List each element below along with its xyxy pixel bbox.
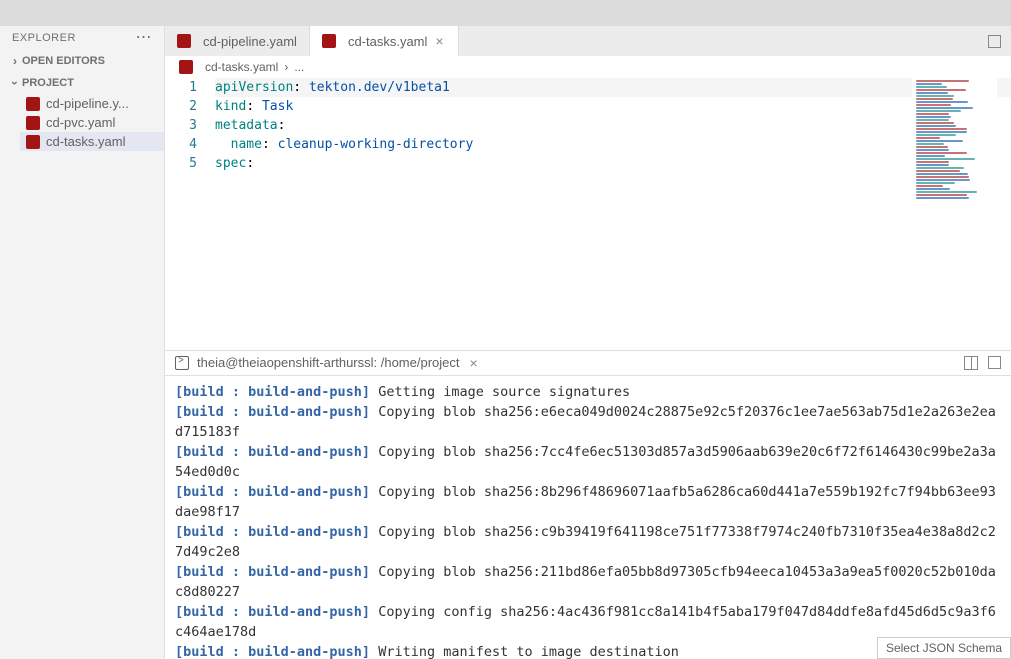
open-editors-section[interactable]: › OPEN EDITORS [0,50,164,72]
tab-label: cd-pipeline.yaml [203,34,297,49]
chevron-down-icon: › [8,76,22,90]
open-editors-label: OPEN EDITORS [22,55,105,67]
terminal-icon [175,356,189,370]
file-label: cd-pipeline.y... [46,96,129,111]
minimap[interactable] [912,78,997,350]
explorer-more-icon[interactable]: ⋯ [136,34,153,42]
breadcrumb[interactable]: cd-tasks.yaml › ... [165,56,1011,78]
schema-label: Select JSON Schema [886,641,1002,655]
terminal-header: theia@theiaopenshift-arthurssl: /home/pr… [165,350,1011,376]
explorer-header: EXPLORER ⋯ [0,26,164,50]
file-label: cd-tasks.yaml [46,134,125,149]
terminal-title: theia@theiaopenshift-arthurssl: /home/pr… [197,355,460,370]
editor-actions [978,26,1011,56]
file-item-cd-pvc[interactable]: cd-pvc.yaml [20,113,164,132]
explorer-sidebar: EXPLORER ⋯ › OPEN EDITORS › PROJECT cd-p… [0,26,165,659]
tab-cd-tasks[interactable]: cd-tasks.yaml × [310,26,459,56]
json-schema-selector[interactable]: Select JSON Schema [877,637,1011,659]
chevron-right-icon: › [284,60,288,74]
code-content[interactable]: apiVersion: tekton.dev/v1beta1kind: Task… [215,78,1011,350]
maximize-icon[interactable] [988,356,1001,369]
yaml-icon [177,34,191,48]
close-icon[interactable]: × [433,33,445,49]
yaml-icon [322,34,336,48]
line-gutter: 12345 [165,78,215,350]
file-list: cd-pipeline.y... cd-pvc.yaml cd-tasks.ya… [0,94,164,151]
split-terminal-icon[interactable] [964,356,978,370]
project-section[interactable]: › PROJECT [0,72,164,94]
file-item-cd-tasks[interactable]: cd-tasks.yaml [20,132,164,151]
breadcrumb-more: ... [294,60,304,74]
yaml-icon [26,97,40,111]
file-label: cd-pvc.yaml [46,115,115,130]
yaml-icon [179,60,193,74]
terminal-output[interactable]: [build : build-and-push] Getting image s… [165,376,1011,659]
close-icon[interactable]: × [468,355,480,371]
chevron-right-icon: › [8,54,22,68]
tab-cd-pipeline[interactable]: cd-pipeline.yaml [165,26,310,56]
code-editor[interactable]: 12345 apiVersion: tekton.dev/v1beta1kind… [165,78,1011,350]
title-bar [0,0,1011,26]
breadcrumb-file: cd-tasks.yaml [205,60,278,74]
split-editor-icon[interactable] [988,35,1001,48]
tab-label: cd-tasks.yaml [348,34,427,49]
editor-group: cd-pipeline.yaml cd-tasks.yaml × cd-task… [165,26,1011,659]
yaml-icon [26,116,40,130]
file-item-cd-pipeline[interactable]: cd-pipeline.y... [20,94,164,113]
project-label: PROJECT [22,77,74,89]
explorer-title: EXPLORER [12,32,76,44]
tab-bar: cd-pipeline.yaml cd-tasks.yaml × [165,26,1011,56]
yaml-icon [26,135,40,149]
